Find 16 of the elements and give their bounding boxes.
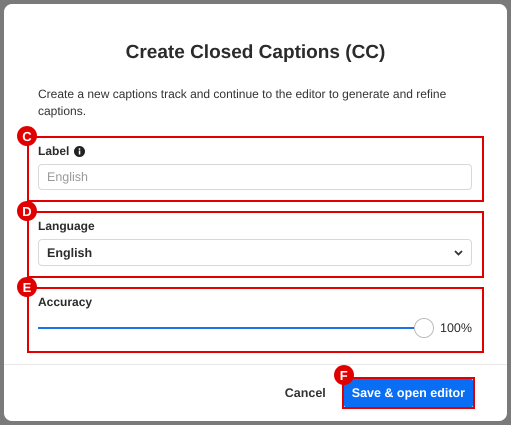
chevron-icon — [454, 250, 463, 256]
callout-badge: C — [17, 126, 37, 146]
callout-badge: F — [334, 365, 354, 385]
accuracy-value: 100% — [440, 321, 472, 335]
dialog-description: Create a new captions track and continue to the editor to generate and refine captions. — [38, 86, 448, 120]
field-label: Label — [38, 144, 70, 158]
callout-badge: D — [17, 201, 37, 221]
dialog-title: Create Closed Captions (CC) — [124, 42, 386, 64]
field-label: Language — [38, 219, 95, 233]
callout-badge: E — [17, 277, 37, 297]
language-select[interactable]: English — [38, 239, 472, 266]
label-input[interactable]: English — [38, 164, 472, 190]
slider-thumb[interactable] — [414, 318, 434, 338]
field-label: Accuracy — [38, 295, 92, 309]
cancel-button[interactable]: Cancel — [280, 382, 330, 404]
save-button[interactable]: Save & open editor — [344, 379, 473, 407]
